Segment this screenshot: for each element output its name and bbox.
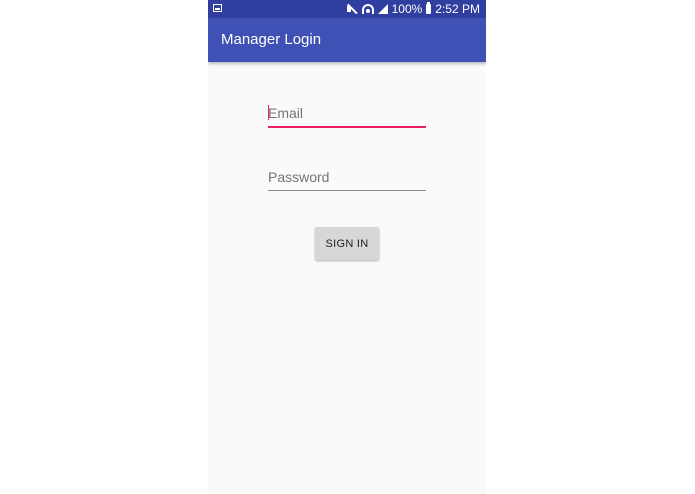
sign-in-button[interactable]: SIGN IN	[315, 227, 379, 260]
battery-percent: 100%	[391, 2, 423, 16]
status-bar: 100% 2:52 PM	[208, 0, 486, 18]
text-cursor	[268, 105, 269, 120]
battery-icon	[426, 2, 432, 14]
status-time: 2:52 PM	[435, 2, 480, 16]
email-field[interactable]	[268, 100, 426, 126]
email-field-container[interactable]	[268, 100, 426, 128]
password-field[interactable]	[268, 164, 426, 190]
mute-icon	[346, 3, 358, 15]
status-indicators: 100% 2:52 PM	[346, 1, 480, 17]
phone-screen: 100% 2:52 PM Manager Login SIGN IN	[208, 0, 486, 494]
app-bar: Manager Login	[208, 18, 486, 62]
wifi-icon	[361, 4, 374, 14]
image-notification-icon	[213, 4, 222, 12]
page-title: Manager Login	[221, 31, 322, 48]
password-field-container[interactable]	[268, 164, 426, 191]
signal-icon	[377, 4, 388, 14]
screen-background: 100% 2:52 PM Manager Login SIGN IN	[0, 0, 695, 494]
